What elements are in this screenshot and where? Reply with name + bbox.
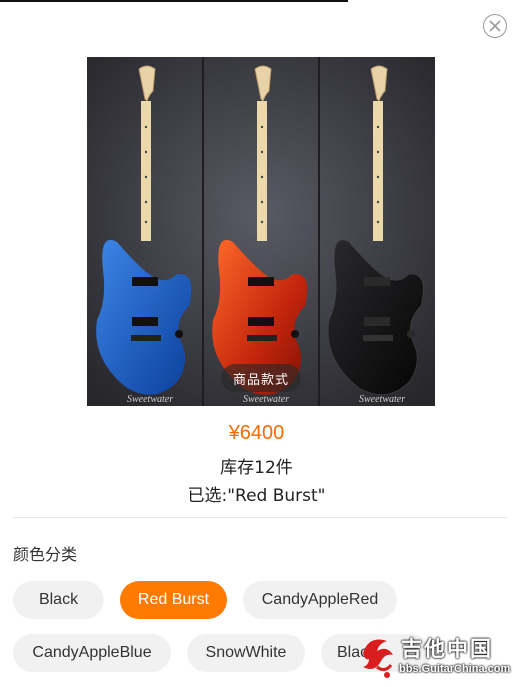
watermark-url: bbs.GuitarChina.com (399, 663, 511, 675)
image-style-tag: 商品款式 (221, 364, 301, 392)
color-option-snowwhite[interactable]: SnowWhite (187, 634, 305, 672)
status-bar-edge (0, 0, 348, 2)
product-image[interactable]: Sweetwater Sweetwater Sweetwater (87, 57, 435, 406)
site-watermark: 吉他中国 bbs.GuitarChina.com (357, 631, 511, 683)
brand-text-2: Sweetwater (243, 394, 289, 405)
product-price: ¥6400 (228, 422, 285, 444)
color-option-candyappleblue[interactable]: CandyAppleBlue (13, 634, 171, 672)
close-icon[interactable] (483, 14, 507, 38)
stock-count: 库存12件 (220, 458, 293, 478)
selected-variant: 已选:"Red Burst" (187, 486, 326, 506)
brand-text-1: Sweetwater (127, 394, 173, 405)
brand-text-3: Sweetwater (359, 394, 405, 405)
color-section-title: 颜色分类 (13, 545, 78, 564)
watermark-title: 吉他中国 (401, 637, 493, 661)
color-option-red-burst[interactable]: Red Burst (120, 581, 227, 619)
divider (13, 517, 507, 518)
color-option-candyapplered[interactable]: CandyAppleRed (243, 581, 397, 619)
color-option-black[interactable]: Black (13, 581, 104, 619)
